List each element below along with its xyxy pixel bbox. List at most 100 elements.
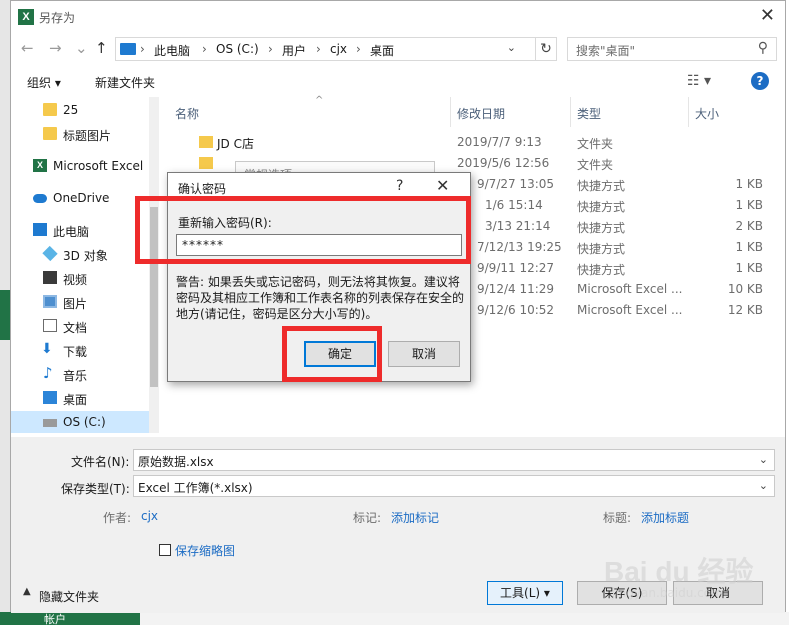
file-name: JD C店	[217, 137, 254, 151]
document-icon	[43, 319, 57, 332]
folder-icon	[199, 136, 213, 148]
breadcrumb-users[interactable]: 用户	[282, 42, 306, 59]
close-icon[interactable]: ✕	[760, 5, 775, 26]
add-tags-link[interactable]: 添加标记	[391, 509, 439, 526]
sidebar-item-label: 此电脑	[53, 225, 90, 239]
view-options-icon[interactable]: ☷ ▾	[687, 73, 711, 89]
table-row[interactable]: JD C店 2019/7/7 9:13 文件夹	[169, 132, 775, 153]
refresh-button[interactable]: ↻	[535, 37, 557, 61]
file-type: Microsoft Excel ...	[577, 282, 683, 296]
excel-ribbon-fragment	[0, 290, 10, 340]
cube-icon	[42, 245, 58, 262]
filetype-select[interactable]: Excel 工作簿(*.xlsx) ⌄	[133, 475, 775, 497]
sidebar-item-excel[interactable]: X Microsoft Excel	[11, 155, 149, 177]
sidebar-item-25[interactable]: 25	[11, 99, 149, 121]
column-header-name[interactable]: 名称	[169, 97, 451, 127]
file-type: 快捷方式	[577, 263, 626, 277]
sidebar-item-label: 音乐	[63, 369, 88, 383]
breadcrumb-separator: ›	[268, 42, 273, 56]
baidu-watermark: Bai du 经验 jingyan.baidu.com	[592, 548, 789, 608]
file-size: 12 KB	[727, 303, 763, 317]
help-icon[interactable]: ?	[751, 72, 769, 90]
chevron-up-icon[interactable]: ▲	[23, 586, 31, 597]
address-bar[interactable]: › 此电脑 › OS (C:) › 用户 › cjx › 桌面 ⌄	[115, 37, 547, 61]
sidebar-item-title-images[interactable]: 标题图片	[11, 123, 149, 145]
chevron-down-icon[interactable]: ⌄	[759, 479, 768, 492]
password-warning: 警告: 如果丢失或忘记密码，则无法将其恢复。建议将密码及其相应工作簿和工作表名称…	[176, 275, 465, 321]
save-thumbnail-checkbox[interactable]	[159, 544, 171, 556]
download-icon: ⬇	[41, 341, 53, 357]
title-label: 标题:	[603, 511, 632, 525]
sidebar-item-label: 视频	[63, 273, 88, 287]
chevron-down-icon[interactable]: ⌄	[759, 453, 768, 466]
sidebar-item-os-c[interactable]: OS (C:)	[11, 411, 149, 433]
filename-label: 文件名(N):	[71, 455, 130, 469]
sidebar-item-videos[interactable]: 视频	[11, 267, 149, 289]
add-title-link[interactable]: 添加标题	[641, 509, 689, 526]
column-header-type[interactable]: 类型	[571, 97, 689, 127]
search-icon: ⚲	[757, 40, 768, 56]
recent-dropdown-icon[interactable]: ⌄	[75, 39, 88, 57]
new-folder-button[interactable]: 新建文件夹	[95, 74, 155, 91]
author-value[interactable]: cjx	[141, 509, 158, 523]
close-icon[interactable]: ✕	[436, 176, 449, 195]
dialog-cancel-button[interactable]: 取消	[388, 341, 460, 367]
file-date: 1/6 15:14	[485, 198, 543, 212]
sidebar-item-pictures[interactable]: 图片	[11, 291, 149, 313]
file-type: 快捷方式	[577, 221, 626, 235]
breadcrumb-cjx[interactable]: cjx	[330, 42, 347, 56]
file-date: 9/9/11 12:27	[477, 261, 555, 275]
chevron-down-icon: ▾	[543, 586, 550, 600]
organize-button[interactable]: 组织 ▾	[27, 74, 61, 91]
column-header-date[interactable]: 修改日期	[451, 97, 571, 127]
column-header-size[interactable]: 大小	[689, 97, 769, 127]
filename-input[interactable]: 原始数据.xlsx ⌄	[133, 449, 775, 471]
sidebar-item-label: OneDrive	[53, 191, 110, 205]
sidebar-item-label: OS (C:)	[63, 415, 106, 429]
window-title: 另存为	[39, 11, 76, 25]
picture-icon	[43, 295, 57, 308]
video-icon	[43, 271, 57, 284]
sidebar-item-onedrive[interactable]: OneDrive	[11, 187, 149, 209]
file-type: 文件夹	[577, 158, 614, 172]
sidebar-item-label: 25	[63, 103, 79, 117]
sidebar-item-3d-objects[interactable]: 3D 对象	[11, 243, 149, 265]
sidebar-item-this-pc[interactable]: 此电脑	[11, 219, 149, 241]
search-input[interactable]: 搜索"桌面" ⚲	[567, 37, 777, 61]
file-size: 1 KB	[735, 177, 763, 191]
sidebar-item-music[interactable]: ♪ 音乐	[11, 363, 149, 385]
chevron-down-icon[interactable]: ⌄	[507, 41, 516, 54]
sidebar-item-desktop[interactable]: 桌面	[11, 387, 149, 409]
up-icon[interactable]: ↑	[95, 39, 108, 57]
file-date: 3/13 21:14	[485, 219, 551, 233]
title-bar: X 另存为 ✕	[11, 1, 785, 33]
file-type: 快捷方式	[577, 200, 626, 214]
sidebar-item-downloads[interactable]: ⬇ 下载	[11, 339, 149, 361]
save-thumbnail-label[interactable]: 保存缩略图	[175, 542, 235, 559]
file-type: 文件夹	[577, 137, 614, 151]
sidebar-item-label: 文档	[63, 321, 88, 335]
tools-button[interactable]: 工具(L) ▾	[487, 581, 563, 605]
breadcrumb-separator: ›	[202, 42, 207, 56]
file-size: 2 KB	[735, 219, 763, 233]
desktop-icon	[43, 391, 57, 404]
excel-background-strip	[0, 0, 10, 625]
folder-icon	[199, 157, 213, 169]
file-size: 1 KB	[735, 198, 763, 212]
forward-icon[interactable]: →	[49, 39, 62, 57]
filetype-label: 保存类型(T):	[61, 482, 130, 496]
hide-folders-button[interactable]: 隐藏文件夹	[39, 588, 99, 605]
navigation-scrollbar[interactable]	[149, 97, 159, 433]
excel-background-bottom: 帐户	[0, 612, 789, 625]
breadcrumb-separator: ›	[356, 42, 361, 56]
sidebar-item-documents[interactable]: 文档	[11, 315, 149, 337]
excel-account-tab[interactable]: 帐户	[0, 612, 140, 625]
file-type: 快捷方式	[577, 179, 626, 193]
help-icon[interactable]: ?	[396, 178, 403, 194]
watermark-url: jingyan.baidu.com	[612, 586, 723, 600]
breadcrumb-this-pc[interactable]: 此电脑	[154, 42, 190, 59]
breadcrumb-desktop[interactable]: 桌面	[370, 42, 394, 59]
sidebar-item-label: 下载	[63, 345, 88, 359]
back-icon[interactable]: ←	[21, 39, 34, 57]
breadcrumb-os-c[interactable]: OS (C:)	[216, 42, 259, 56]
